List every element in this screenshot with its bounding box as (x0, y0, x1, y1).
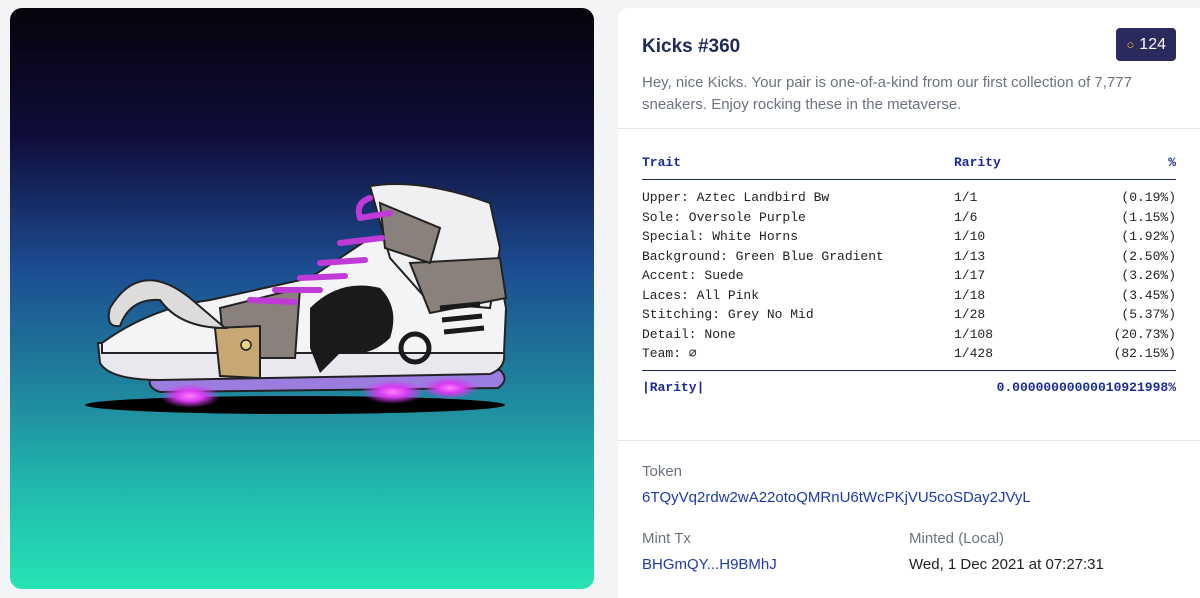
trait-row: Team: ∅ 1/428 (82.15%) (642, 344, 1176, 364)
token-label: Token (642, 463, 683, 480)
trait-percent: (1.15%) (1121, 209, 1176, 225)
mint-tx-link[interactable]: BHGmQY...H9BMhJ (642, 556, 909, 573)
header-trait: Trait (642, 154, 682, 170)
suede-accent (213, 324, 261, 380)
rank-value: 124 (1139, 35, 1166, 53)
minted-date: Minted (Local) Wed, 1 Dec 2021 at 07:27:… (909, 530, 1176, 573)
trait-name: Stitching: Grey No Mid (642, 307, 814, 323)
trait-name: Sole: Oversole Purple (642, 209, 806, 225)
rarity-total-label: |Rarity| (642, 380, 705, 395)
trait-rarity: 1/428 (954, 346, 994, 362)
trait-row: Background: Green Blue Gradient 1/13 (2.50… (642, 247, 1176, 267)
sneaker-illustration (85, 183, 508, 414)
nft-title: Kicks #360 (642, 36, 741, 57)
trait-name: Background: Green Blue Gradient (642, 248, 884, 264)
trait-row: Laces: All Pink 1/18 (3.45%) (642, 286, 1176, 306)
trait-percent: (2.50%) (1121, 248, 1176, 264)
sole-glow-3 (422, 377, 478, 399)
trait-percent: (3.45%) (1121, 287, 1176, 303)
eyelet-icon (240, 339, 252, 351)
nft-description: Hey, nice Kicks. Your pair is one-of-a-k… (642, 74, 1132, 113)
trait-name: Detail: None (642, 326, 736, 342)
trait-rarity: 1/108 (954, 326, 994, 342)
trait-rarity: 1/17 (954, 268, 986, 284)
trait-row: Sole: Oversole Purple 1/6 (1.15%) (642, 208, 1176, 228)
traits-body: Upper: Aztec Landbird Bw 1/1 (0.19%) Sole:… (642, 180, 1176, 370)
medal-icon: ○ (1126, 37, 1135, 52)
trait-name: Team: ∅ (642, 346, 697, 362)
trait-row: Detail: None 1/108 (20.73%) (642, 325, 1176, 345)
nft-artwork (10, 8, 594, 589)
header-percent: % (1168, 154, 1176, 170)
trait-percent: (5.37%) (1121, 307, 1176, 323)
shadow-ellipse (85, 396, 505, 414)
token-link[interactable]: 6TQyVq2rdw2wA22otoQMRnU6tWcPKjVU5coSDay2… (642, 489, 1176, 506)
trait-name: Laces: All Pink (642, 287, 760, 303)
rank-badge: ○ 124 (1116, 28, 1176, 61)
trait-rarity: 1/28 (954, 307, 986, 323)
token-info: Token 6TQyVq2rdw2wA22otoQMRnU6tWcPKjVU5c… (618, 441, 1200, 573)
trait-row: Stitching: Grey No Mid 1/28 (5.37%) (642, 305, 1176, 325)
trait-rarity: 1/13 (954, 248, 986, 264)
header-rarity: Rarity (954, 154, 1001, 170)
trait-percent: (20.73%) (1113, 326, 1176, 342)
traits-table: Trait Rarity % Upper: Aztec Landbird Bw 1… (618, 152, 1200, 441)
trait-percent: (3.26%) (1121, 268, 1176, 284)
panel-header: Kicks #360 ○ 124 Hey, nice Kicks. Your p… (618, 8, 1200, 129)
trait-row: Accent: Suede 1/17 (3.26%) (642, 266, 1176, 286)
mint-tx: Mint Tx BHGmQY...H9BMhJ (642, 530, 909, 573)
sole-glow-1 (160, 384, 220, 408)
rarity-total-row: |Rarity| 0.00000000000010921998% (642, 371, 1176, 405)
trait-percent: (0.19%) (1121, 190, 1176, 206)
trait-rarity: 1/1 (954, 190, 978, 206)
trait-rarity: 1/6 (954, 209, 978, 225)
trait-row: Upper: Aztec Landbird Bw 1/1 (0.19%) (642, 188, 1176, 208)
trait-rarity: 1/10 (954, 229, 986, 245)
details-panel: Kicks #360 ○ 124 Hey, nice Kicks. Your p… (618, 8, 1200, 598)
trait-row: Special: White Horns 1/10 (1.92%) (642, 227, 1176, 247)
mint-row: Mint Tx BHGmQY...H9BMhJ Minted (Local) W… (642, 530, 1176, 573)
trait-rarity: 1/18 (954, 287, 986, 303)
trait-name: Upper: Aztec Landbird Bw (642, 190, 830, 206)
sole-glow-2 (361, 380, 425, 404)
mint-tx-label: Mint Tx (642, 530, 691, 547)
trait-name: Accent: Suede (642, 268, 744, 284)
trait-percent: (1.92%) (1121, 229, 1176, 245)
traits-header-row: Trait Rarity % (642, 152, 1176, 172)
rarity-total-value: 0.00000000000010921998% (996, 380, 1176, 395)
trait-percent: (82.15%) (1113, 346, 1176, 362)
minted-date-value: Wed, 1 Dec 2021 at 07:27:31 (909, 556, 1104, 573)
trait-name: Special: White Horns (642, 229, 799, 245)
minted-date-label: Minted (Local) (909, 530, 1005, 547)
